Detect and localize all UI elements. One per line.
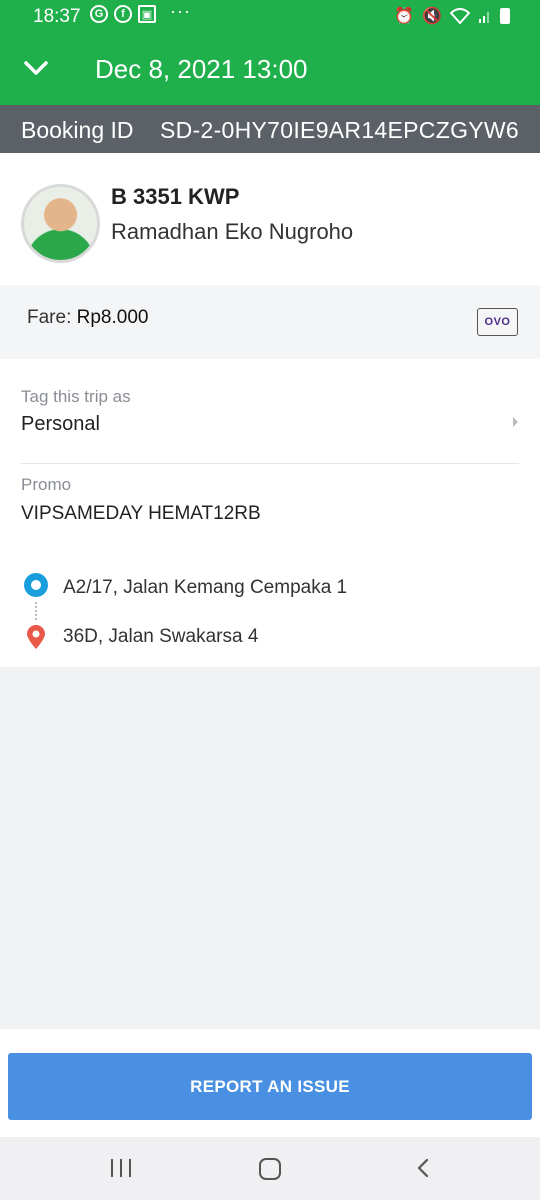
dropoff-pin-icon: [27, 625, 45, 649]
signal-icon: [479, 12, 489, 23]
report-issue-button[interactable]: REPORT AN ISSUE: [8, 1053, 532, 1120]
facebook-icon: f: [114, 5, 132, 23]
tag-trip-value: Personal: [21, 413, 100, 435]
notification-icons: G f ▣ ···: [90, 1, 191, 23]
driver-name: Ramadhan Eko Nugroho: [111, 219, 354, 244]
mute-icon: 🔇: [422, 8, 442, 25]
system-icons: ⏰ 🔇: [394, 6, 510, 26]
fare-amount: Rp8.000: [76, 307, 149, 328]
back-icon[interactable]: [414, 1159, 432, 1177]
booking-id-value: SD-2-0HY70IE9AR14EPCZGYW6: [159, 117, 519, 143]
chevron-right-icon: [513, 417, 518, 427]
status-time: 18:37: [33, 6, 81, 27]
recent-apps-icon[interactable]: [111, 1159, 131, 1177]
status-bar: 18:37 G f ▣ ··· ⏰ 🔇: [0, 0, 540, 34]
home-icon[interactable]: [259, 1158, 281, 1180]
pickup-address: A2/17, Jalan Kemang Cempaka 1: [63, 577, 348, 598]
chevron-down-icon[interactable]: [22, 56, 50, 80]
wifi-icon: [450, 8, 470, 24]
vehicle-plate: B 3351 KWP: [111, 184, 240, 209]
trip-datetime: Dec 8, 2021 13:00: [95, 54, 308, 84]
promo-title: Promo: [21, 475, 72, 494]
alarm-icon: ⏰: [394, 8, 415, 25]
booking-id-label: Booking ID: [21, 117, 134, 143]
dropoff-address: 36D, Jalan Swakarsa 4: [63, 626, 259, 647]
driver-card: B 3351 KWP Ramadhan Eko Nugroho: [0, 153, 540, 285]
google-icon: G: [90, 5, 108, 23]
divider: [21, 463, 519, 464]
system-nav-bar: [0, 1137, 540, 1200]
route-connector: [35, 602, 37, 620]
header: Dec 8, 2021 13:00: [0, 34, 540, 105]
gallery-icon: ▣: [138, 5, 156, 23]
fare-label: Fare:: [27, 307, 72, 328]
pickup-location-icon: [24, 573, 48, 597]
fare-line: Fare: Rp8.000: [27, 307, 148, 329]
action-area: REPORT AN ISSUE: [0, 1029, 540, 1137]
trip-details: Tag this trip as Personal Promo VIPSAMED…: [0, 359, 540, 667]
driver-avatar: [21, 184, 100, 263]
payment-method-badge: OVO: [477, 308, 518, 336]
fare-section: Fare: Rp8.000 OVO: [0, 285, 540, 359]
booking-id-bar: Booking ID SD-2-0HY70IE9AR14EPCZGYW6: [0, 105, 540, 153]
more-notifications-icon: ···: [170, 0, 191, 21]
tag-trip-title: Tag this trip as: [21, 387, 131, 406]
battery-icon: [500, 8, 510, 24]
promo-code: VIPSAMEDAY HEMAT12RB: [21, 503, 261, 524]
